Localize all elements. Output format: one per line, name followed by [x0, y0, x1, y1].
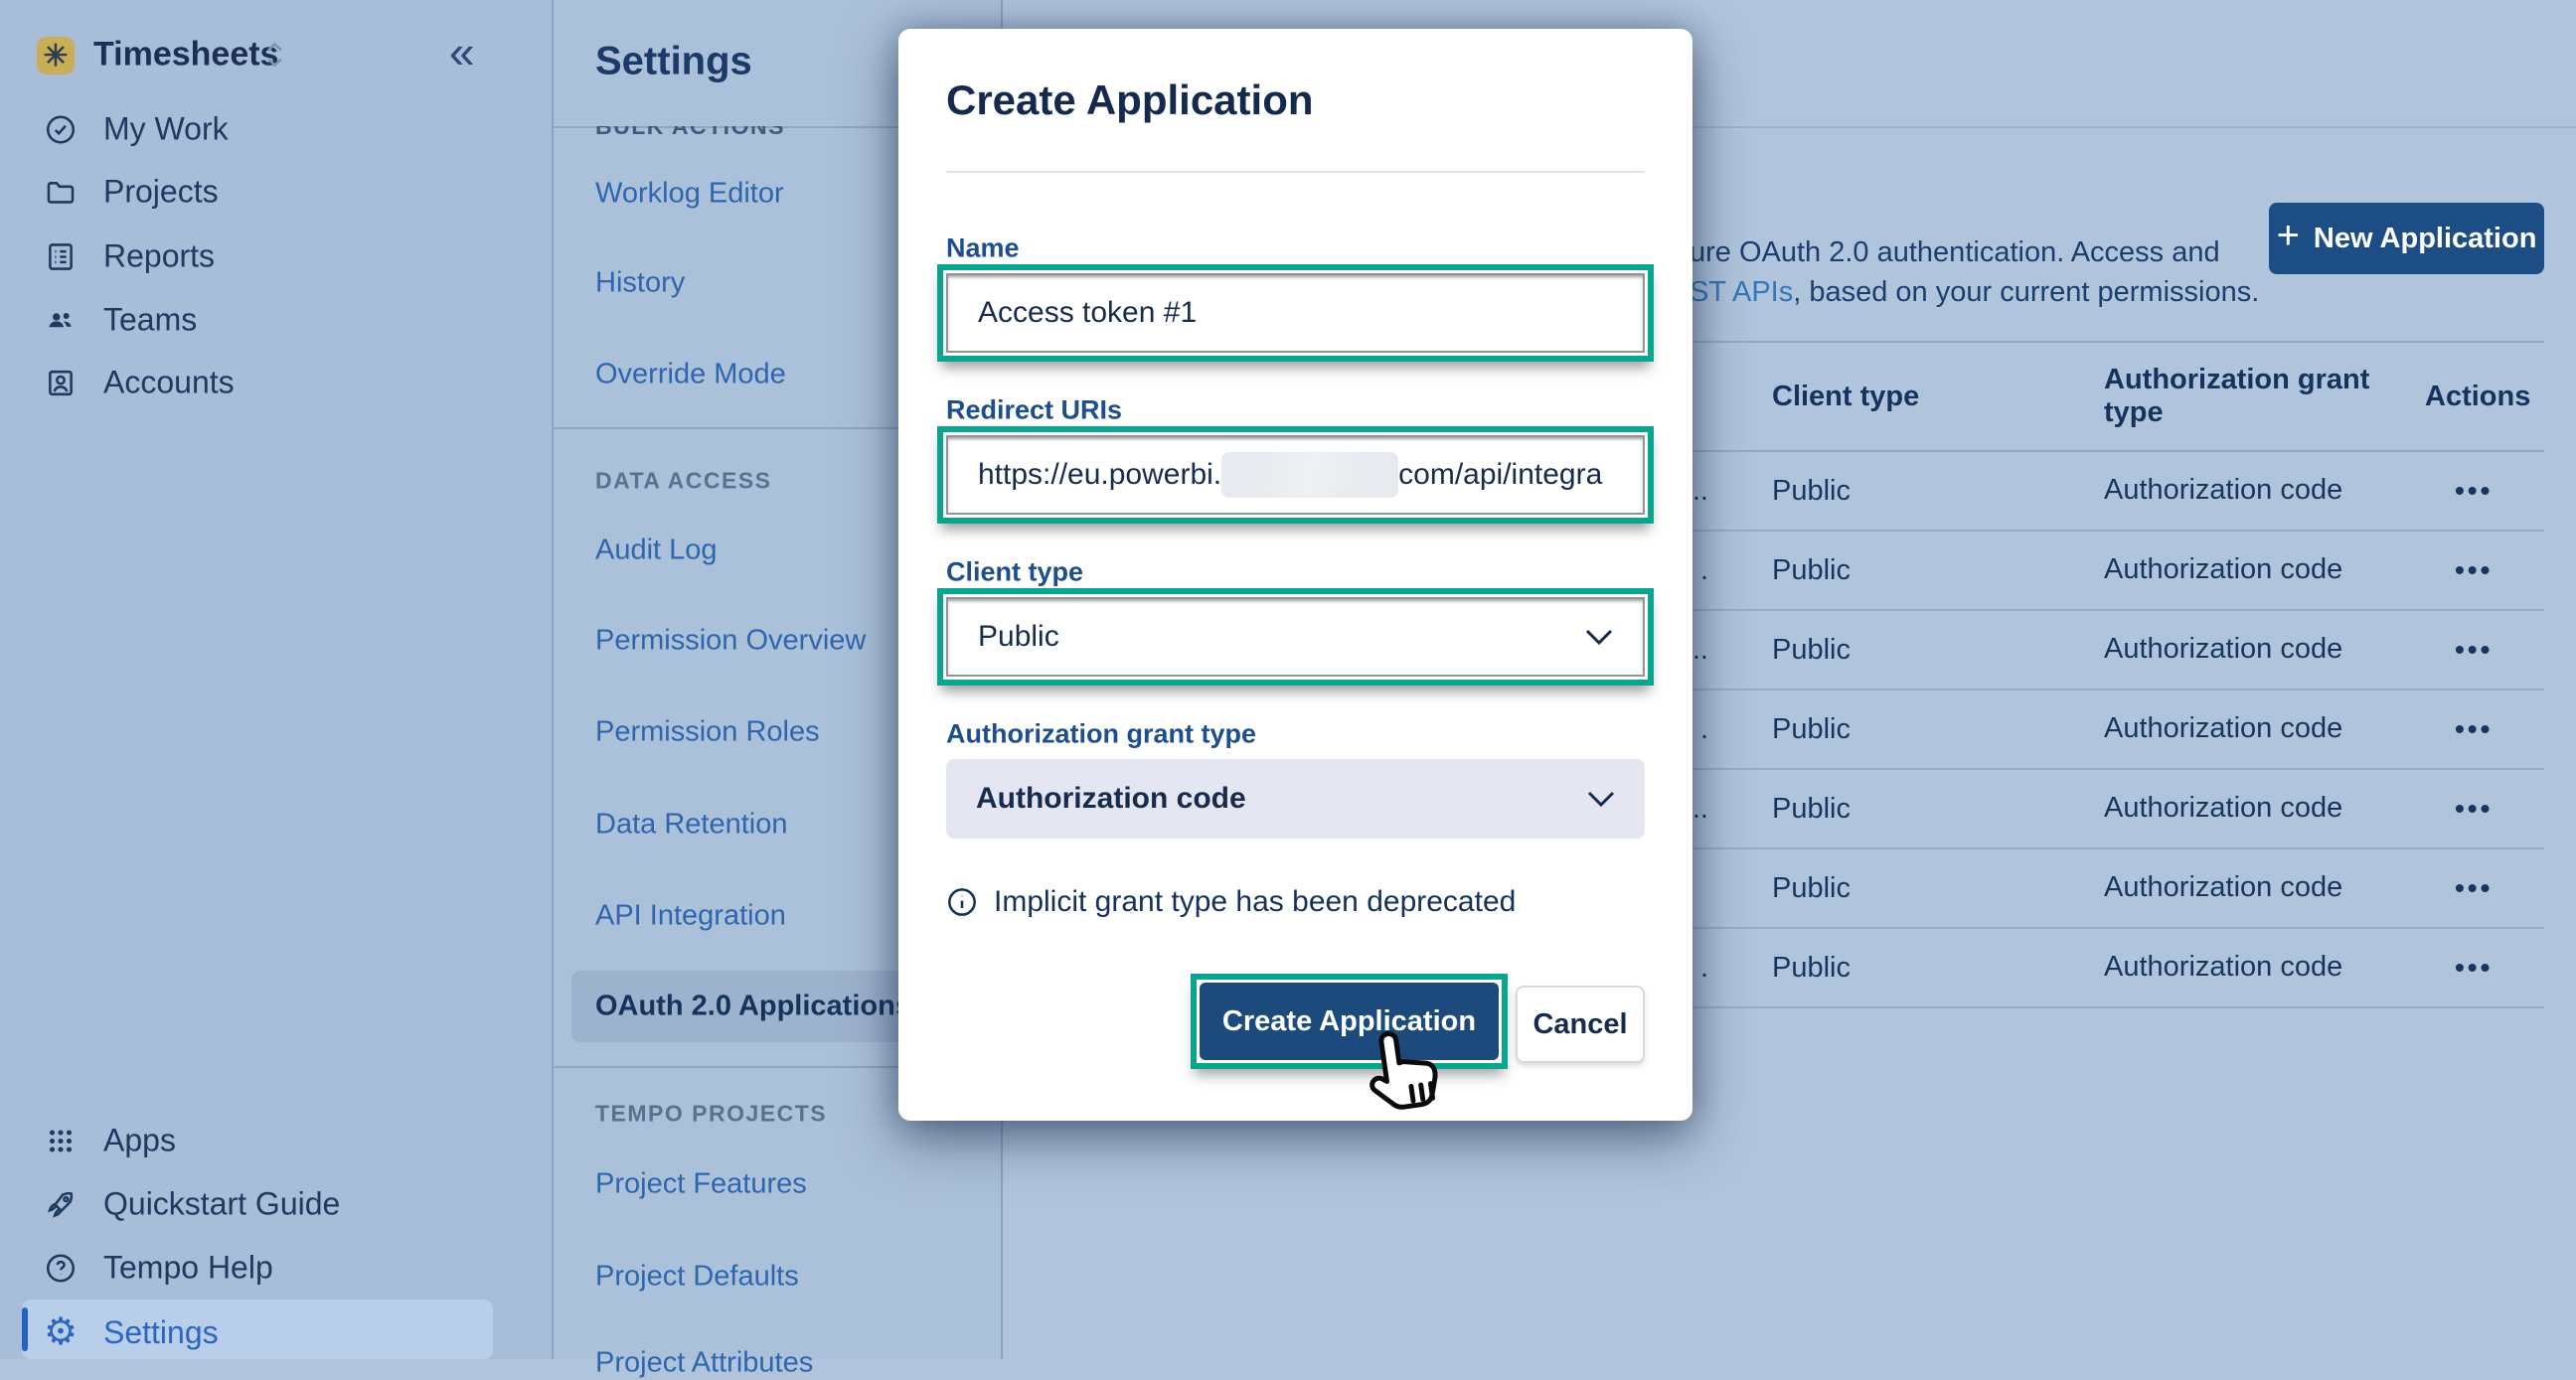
redirect-uris-label: Redirect URIs	[946, 395, 1122, 426]
name-label: Name	[946, 233, 1020, 264]
modal-title: Create Application	[946, 77, 1314, 124]
check-circle-icon	[44, 112, 78, 146]
sidebar-item-my-work[interactable]: My Work	[44, 111, 229, 148]
settings-item-permission-overview[interactable]: Permission Overview	[595, 625, 866, 658]
chevron-down-icon	[1587, 791, 1615, 807]
tempo-logo: ✳	[37, 37, 75, 75]
collapse-sidebar-icon[interactable]: «	[449, 29, 475, 75]
teams-icon	[44, 303, 78, 337]
folder-icon	[44, 175, 78, 209]
sidebar-item-settings[interactable]: ⚙ Settings	[44, 1313, 219, 1351]
settings-item-api-integration[interactable]: API Integration	[595, 900, 786, 933]
name-input[interactable]	[946, 273, 1645, 353]
settings-item-oauth-applications[interactable]: OAuth 2.0 Applications	[595, 991, 911, 1023]
redirect-uris-input[interactable]: https://eu.powerbi. com/api/integra	[946, 435, 1645, 515]
help-circle-icon	[44, 1251, 78, 1285]
sidebar-item-accounts[interactable]: Accounts	[44, 365, 235, 401]
report-icon	[44, 239, 78, 273]
sidebar-item-teams[interactable]: Teams	[44, 302, 197, 339]
app-switcher-icon[interactable]	[266, 43, 283, 68]
section-header-data-access: DATA ACCESS	[595, 468, 772, 495]
app-title: Timesheets	[93, 36, 278, 75]
redirect-uris-highlight: https://eu.powerbi. com/api/integra	[937, 426, 1654, 524]
apps-grid-icon	[44, 1124, 78, 1157]
starburst-icon: ✳	[43, 39, 68, 74]
rocket-icon	[44, 1187, 78, 1221]
column-header-actions: Actions	[2414, 381, 2544, 413]
settings-panel-title: Settings	[595, 40, 752, 84]
section-header-bulk-actions: BULK ACTIONS	[595, 126, 785, 141]
settings-item-override-mode[interactable]: Override Mode	[595, 359, 786, 391]
info-icon	[946, 886, 978, 918]
rest-apis-link[interactable]: ST APIs	[1690, 276, 1793, 308]
row-actions-menu-icon[interactable]: •••	[2414, 713, 2544, 745]
client-type-highlight: Public	[937, 588, 1654, 686]
gear-icon: ⚙	[44, 1313, 78, 1351]
settings-item-project-defaults[interactable]: Project Defaults	[595, 1261, 799, 1294]
new-application-button[interactable]: + New Application	[2269, 203, 2544, 274]
page-description-line1: ure OAuth 2.0 authentication. Access and	[1690, 236, 2220, 269]
client-type-select[interactable]: Public	[946, 597, 1645, 677]
row-actions-menu-icon[interactable]: •••	[2414, 554, 2544, 586]
create-application-button[interactable]: Create Application	[1200, 983, 1499, 1060]
row-actions-menu-icon[interactable]: •••	[2414, 634, 2544, 666]
row-actions-menu-icon[interactable]: •••	[2414, 793, 2544, 825]
settings-item-audit-log[interactable]: Audit Log	[595, 535, 718, 567]
page-description-line2: ST APIs, based on your current permissio…	[1690, 276, 2259, 309]
sidebar-active-indicator	[22, 1307, 28, 1351]
primary-sidebar: ✳ Timesheets « My Work Projects Reports …	[0, 0, 554, 1359]
row-actions-menu-icon[interactable]: •••	[2414, 952, 2544, 984]
create-application-modal: Create Application Name Redirect URIs ht…	[898, 29, 1692, 1121]
sidebar-item-apps[interactable]: Apps	[44, 1123, 176, 1159]
grant-type-select[interactable]: Authorization code	[946, 759, 1645, 839]
settings-item-project-attributes[interactable]: Project Attributes	[595, 1347, 813, 1380]
name-field-highlight	[937, 264, 1654, 362]
accounts-icon	[44, 366, 78, 399]
settings-item-permission-roles[interactable]: Permission Roles	[595, 716, 820, 749]
column-header-client-type: Client type	[1758, 381, 2086, 413]
column-header-grant-type: Authorization grant type	[2086, 364, 2414, 430]
cancel-button[interactable]: Cancel	[1516, 986, 1645, 1063]
grant-type-label: Authorization grant type	[946, 719, 1256, 750]
section-header-tempo-projects: TEMPO PROJECTS	[595, 1101, 827, 1128]
submit-button-highlight: Create Application	[1191, 974, 1508, 1069]
hand-cursor-icon	[1364, 1023, 1447, 1119]
sidebar-item-tempo-help[interactable]: Tempo Help	[44, 1250, 273, 1287]
sidebar-item-quickstart-guide[interactable]: Quickstart Guide	[44, 1186, 340, 1223]
settings-item-project-features[interactable]: Project Features	[595, 1168, 807, 1201]
chevron-down-icon	[1585, 629, 1613, 645]
row-actions-menu-icon[interactable]: •••	[2414, 872, 2544, 904]
plus-icon: +	[2277, 214, 2300, 258]
redacted-blur	[1221, 452, 1398, 498]
row-actions-menu-icon[interactable]: •••	[2414, 475, 2544, 507]
client-type-label: Client type	[946, 557, 1083, 588]
divider	[946, 171, 1645, 173]
settings-item-data-retention[interactable]: Data Retention	[595, 809, 787, 842]
settings-item-history[interactable]: History	[595, 267, 685, 300]
sidebar-item-reports[interactable]: Reports	[44, 238, 215, 275]
sidebar-item-projects[interactable]: Projects	[44, 174, 219, 211]
info-message: Implicit grant type has been deprecated	[946, 885, 1516, 919]
settings-item-worklog-editor[interactable]: Worklog Editor	[595, 178, 784, 211]
